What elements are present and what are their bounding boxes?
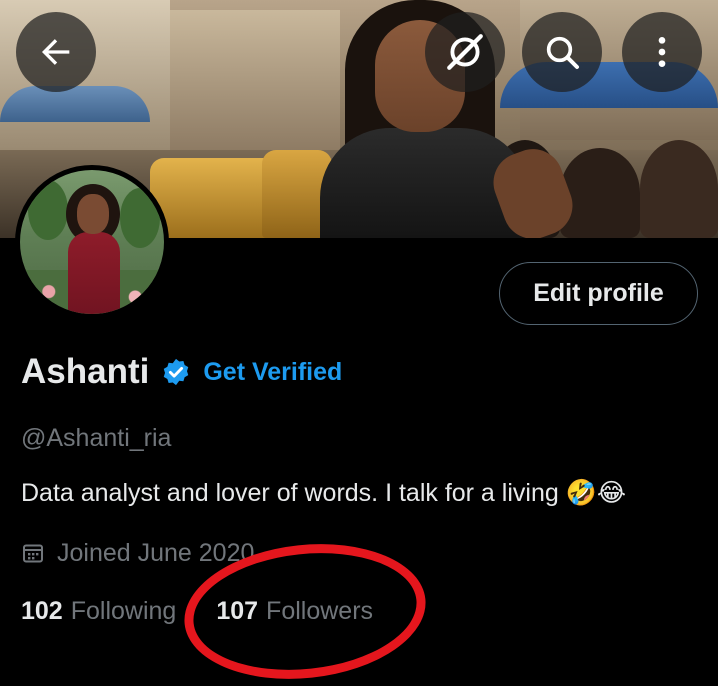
following-count: 102 (21, 596, 63, 625)
display-name: Ashanti (21, 352, 150, 391)
search-button[interactable] (522, 12, 602, 92)
more-vertical-icon (658, 37, 666, 67)
avatar-palm-tree (28, 180, 68, 240)
search-icon (546, 36, 579, 69)
user-handle: @Ashanti_ria (21, 424, 172, 452)
following-label: Following (70, 596, 177, 625)
banner-person (640, 140, 718, 238)
banner-umbrella (0, 86, 150, 122)
grok-icon (447, 34, 483, 70)
banner-vehicle (150, 158, 280, 238)
arrow-left-icon (42, 39, 70, 65)
avatar-face (77, 194, 109, 234)
joined-date-row: Joined June 2020 (21, 536, 254, 570)
joined-date-text: Joined June 2020 (57, 538, 255, 567)
banner-person (560, 148, 640, 238)
following-link[interactable]: 102 Following (21, 597, 176, 626)
edit-profile-button[interactable]: Edit profile (499, 262, 698, 325)
grok-button[interactable] (425, 12, 505, 92)
bio-text: Data analyst and lover of words. I talk … (21, 479, 627, 507)
avatar-palm-tree (120, 188, 160, 248)
banner-building (170, 10, 340, 160)
calendar-icon (23, 544, 43, 563)
avatar[interactable] (15, 165, 169, 319)
name-row: Ashanti Get Verified (21, 350, 342, 394)
get-verified-link[interactable]: Get Verified (203, 358, 342, 387)
more-options-button[interactable] (622, 12, 702, 92)
verified-badge-icon[interactable] (161, 357, 191, 387)
avatar-dress (68, 232, 120, 314)
back-button[interactable] (16, 12, 96, 92)
